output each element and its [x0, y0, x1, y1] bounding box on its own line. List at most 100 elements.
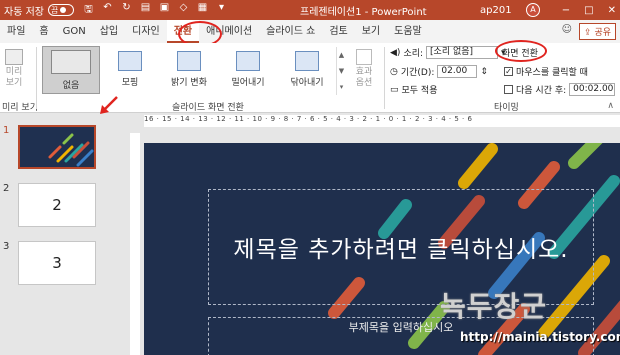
close-icon[interactable]: ✕: [608, 5, 616, 16]
transition-label: 모핑: [121, 78, 139, 88]
shapes-icon[interactable]: ◇: [177, 2, 190, 19]
slide-number: 3: [3, 241, 10, 252]
save-icon[interactable]: 🖫: [82, 2, 95, 19]
effect-options-label: 효과 옵션: [355, 67, 373, 88]
title-bar: 자동 저장 끔 🖫 ↶ ↻ ▤ ▣ ◇ ▦ ▾ 프레젠테이션1 - PowerP…: [0, 0, 620, 20]
advance-slide-highlight-circle: [495, 40, 547, 62]
user-name[interactable]: ap201: [480, 5, 512, 16]
title-placeholder[interactable]: 제목을 추가하려면 클릭하십시오.: [208, 235, 594, 265]
preview-group-label: 미리 보기: [2, 103, 38, 113]
after-input[interactable]: 00:02.00: [569, 83, 616, 96]
sound-row: ◀) 소리: [소리 없음] ▾: [390, 46, 506, 59]
document-title: 프레젠테이션1 - PowerPoint: [300, 6, 427, 18]
transition-label: 밝기 변화: [171, 78, 207, 88]
duration-input[interactable]: 02.00: [437, 65, 478, 78]
avatar[interactable]: A: [526, 3, 540, 17]
share-label: 공유: [594, 28, 611, 38]
quick-access-toolbar: 🖫 ↶ ↻ ▤ ▣ ◇ ▦ ▾: [82, 2, 228, 19]
watermark-url: http://mainia.tistory.com: [460, 330, 620, 344]
vertical-ruler: [130, 133, 140, 355]
tab-design[interactable]: 디자인: [125, 20, 167, 43]
gallery-scrollbar[interactable]: ▲ ▼ ▾: [336, 47, 346, 95]
transition-label: 밀어내기: [231, 78, 265, 88]
preview-icon: [5, 49, 23, 65]
effect-options-button[interactable]: 효과 옵션: [350, 49, 378, 89]
redo-icon[interactable]: ↻: [120, 2, 133, 19]
from-beginning-icon[interactable]: ▤: [139, 2, 152, 19]
picture-icon[interactable]: ▣: [158, 2, 171, 19]
effect-options-icon: [356, 49, 372, 65]
timing-group-label: 타이밍: [494, 103, 519, 113]
dropdown-icon[interactable]: ▾: [215, 2, 228, 19]
scroll-down-icon[interactable]: ▼: [337, 63, 346, 79]
sound-label: 소리:: [403, 49, 424, 59]
sound-select[interactable]: [소리 없음]: [426, 46, 499, 59]
scroll-up-icon[interactable]: ▲: [337, 47, 346, 63]
apply-all-label: 모두 적용: [401, 86, 438, 96]
preview-button[interactable]: 미리 보기: [2, 49, 26, 89]
slide-1-preview: [48, 133, 94, 167]
separator: [36, 47, 37, 109]
morph-icon: [118, 51, 142, 71]
feedback-icon[interactable]: ☺: [562, 24, 572, 35]
toggle-knob: [60, 7, 67, 13]
slide-thumbnail-2[interactable]: 2: [18, 183, 96, 227]
after-label: 다음 시간 후:: [516, 86, 567, 96]
apply-all-icon: ▭: [390, 84, 399, 95]
table-icon[interactable]: ▦: [196, 2, 209, 19]
tab-slideshow[interactable]: 슬라이드 쇼: [259, 20, 322, 43]
transition-morph[interactable]: 모핑: [101, 46, 159, 94]
autosave-toggle[interactable]: 끔: [47, 4, 74, 16]
on-click-label: 마우스를 클릭할 때: [516, 68, 588, 78]
separator: [384, 47, 385, 109]
slide-number: 2: [3, 183, 10, 194]
horizontal-ruler: 16 · 15 · 14 · 13 · 12 · 11 · 10 · 9 · 8…: [144, 115, 620, 127]
gallery-more-icon[interactable]: ▾: [337, 79, 346, 95]
collapse-ribbon-icon[interactable]: ∧: [607, 101, 614, 111]
share-icon: ⇪: [584, 28, 595, 38]
tab-help[interactable]: 도움말: [387, 20, 429, 43]
none-icon: [51, 50, 91, 74]
spinner-icon[interactable]: ⇕: [480, 67, 488, 77]
transition-label: 닦아내기: [290, 78, 324, 88]
wipe-icon: [295, 51, 319, 71]
autosave-label: 자동 저장: [4, 6, 44, 18]
preview-label: 미리 보기: [5, 67, 23, 88]
duration-label: 기간(D):: [400, 68, 435, 78]
slide-thumbnail-3[interactable]: 3: [18, 241, 96, 285]
undo-icon[interactable]: ↶: [101, 2, 114, 19]
tab-insert[interactable]: 삽입: [93, 20, 125, 43]
slide-number: 1: [3, 125, 10, 136]
tab-review[interactable]: 검토: [322, 20, 354, 43]
apply-all-row[interactable]: ▭ 모두 적용: [390, 83, 438, 97]
transition-fade[interactable]: 밝기 변화: [160, 46, 218, 94]
watermark-logo: 녹두장군: [440, 290, 548, 323]
transition-wipe[interactable]: 닦아내기: [278, 46, 336, 94]
duration-row: ◷ 기간(D): 02.00 ⇕: [390, 65, 488, 78]
tab-gon[interactable]: GON: [56, 20, 93, 43]
on-click-checkbox[interactable]: ✓: [504, 67, 513, 76]
push-icon: [236, 51, 260, 71]
after-checkbox[interactable]: [504, 85, 513, 94]
share-button[interactable]: ⇪ 공유: [579, 23, 616, 40]
clock-icon: ◷: [390, 66, 398, 77]
window-controls: − □ ✕: [562, 5, 616, 16]
tab-file[interactable]: 파일: [0, 20, 32, 43]
transition-gallery: 없음 모핑 밝기 변화 밀어내기 닦아내기: [42, 46, 332, 96]
fade-icon: [177, 51, 201, 71]
tab-view[interactable]: 보기: [355, 20, 387, 43]
minimize-icon[interactable]: −: [562, 5, 570, 16]
autosave-state: 끔: [50, 5, 59, 15]
transition-group-label: 슬라이드 화면 전환: [172, 103, 244, 113]
transition-push[interactable]: 밀어내기: [219, 46, 277, 94]
slide-thumbnail-pane: 1 2 2 3 3: [0, 113, 108, 355]
slide-canvas[interactable]: 제목을 추가하려면 클릭하십시오. 부제목을 입력하십시오: [144, 143, 620, 355]
transition-none[interactable]: 없음: [42, 46, 100, 94]
slide-thumbnail-1[interactable]: [18, 125, 96, 169]
maximize-icon[interactable]: □: [584, 5, 593, 16]
tab-home[interactable]: 홈: [32, 20, 55, 43]
after-row: 다음 시간 후: 00:02.00: [504, 83, 616, 96]
sound-icon: ◀): [390, 47, 401, 58]
on-click-row[interactable]: ✓ 마우스를 클릭할 때: [504, 65, 588, 78]
transition-label: 없음: [62, 81, 80, 91]
